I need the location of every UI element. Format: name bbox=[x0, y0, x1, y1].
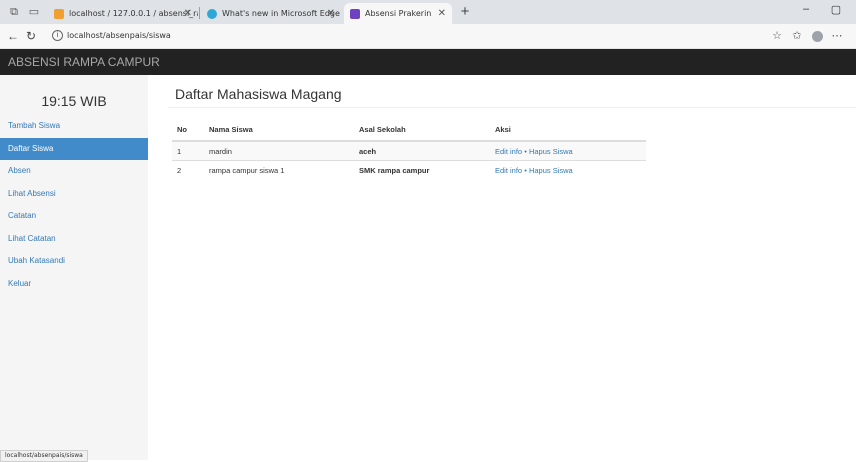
app-navbar: ABSENSI RAMPA CAMPUR bbox=[0, 49, 856, 75]
bootstrap-icon bbox=[350, 8, 360, 19]
info-icon[interactable]: i bbox=[52, 30, 63, 41]
page-title: Daftar Mahasiswa Magang bbox=[175, 86, 342, 102]
tab-actions-icon[interactable]: ▭ bbox=[26, 4, 42, 20]
column-header-school: Asal Sekolah bbox=[354, 118, 490, 142]
table-header-row: No Nama Siswa Asal Sekolah Aksi bbox=[172, 118, 646, 142]
favorites-icon[interactable]: ✩ bbox=[788, 27, 806, 45]
cell-actions: Edit info • Hapus Siswa bbox=[490, 140, 646, 161]
delete-student-link[interactable]: Hapus Siswa bbox=[529, 166, 573, 175]
back-icon[interactable]: ← bbox=[4, 27, 22, 45]
divider bbox=[168, 107, 856, 108]
sidebar-nav: Tambah Siswa Daftar Siswa Absen Lihat Ab… bbox=[0, 115, 148, 295]
clock: 19:15 WIB bbox=[41, 93, 107, 109]
refresh-icon[interactable]: ↻ bbox=[22, 27, 40, 45]
tab-label: What's new in Microsoft Edge bbox=[222, 9, 340, 18]
tab-label: localhost / 127.0.0.1 / absensi_ra bbox=[69, 9, 198, 18]
browser-toolbar: ← ↻ i localhost/absenpais/siswa ☆ ✩ ⋯ bbox=[0, 24, 856, 49]
sidebar-item-ubah-katasandi[interactable]: Ubah Katasandi bbox=[0, 250, 148, 273]
edge-icon bbox=[207, 8, 217, 19]
maximize-icon[interactable]: ▢ bbox=[826, 3, 846, 16]
cell-name: rampa campur siswa 1 bbox=[204, 160, 354, 179]
new-tab-button[interactable]: + bbox=[456, 3, 474, 21]
delete-student-link[interactable]: Hapus Siswa bbox=[529, 147, 573, 156]
sidebar-item-catatan[interactable]: Catatan bbox=[0, 205, 148, 228]
brand-title[interactable]: ABSENSI RAMPA CAMPUR bbox=[8, 49, 160, 75]
cell-actions: Edit info • Hapus Siswa bbox=[490, 160, 646, 179]
browser-tab-strip: ⧉ ▭ localhost / 127.0.0.1 / absensi_ra ✕… bbox=[0, 0, 856, 24]
column-header-no: No bbox=[172, 118, 204, 142]
cell-school: aceh bbox=[354, 140, 490, 161]
cell-no: 2 bbox=[172, 160, 204, 179]
table-row: 2 rampa campur siswa 1 SMK rampa campur … bbox=[172, 160, 646, 179]
profile-icon[interactable] bbox=[808, 27, 826, 45]
sidebar-item-keluar[interactable]: Keluar bbox=[0, 273, 148, 296]
url-text: localhost/absenpais/siswa bbox=[67, 31, 171, 40]
sidebar-item-lihat-catatan[interactable]: Lihat Catatan bbox=[0, 228, 148, 251]
edit-info-link[interactable]: Edit info bbox=[495, 166, 522, 175]
column-header-name: Nama Siswa bbox=[204, 118, 354, 142]
browser-tab-phpmyadmin[interactable]: localhost / 127.0.0.1 / absensi_ra ✕ bbox=[48, 3, 198, 24]
more-icon[interactable]: ⋯ bbox=[828, 27, 846, 45]
tab-divider bbox=[199, 7, 200, 19]
sidebar-item-absen[interactable]: Absen bbox=[0, 160, 148, 183]
browser-tab-absensi[interactable]: Absensi Prakerin ✕ bbox=[344, 3, 452, 24]
close-icon[interactable]: ✕ bbox=[438, 3, 446, 24]
minimize-icon[interactable]: – bbox=[796, 3, 816, 15]
cell-no: 1 bbox=[172, 140, 204, 161]
favorite-star-icon[interactable]: ☆ bbox=[768, 27, 786, 45]
address-bar[interactable]: i localhost/absenpais/siswa bbox=[42, 27, 762, 45]
database-icon bbox=[54, 8, 64, 19]
sidebar: 19:15 WIB Tambah Siswa Daftar Siswa Abse… bbox=[0, 75, 148, 460]
workspaces-icon[interactable]: ⧉ bbox=[6, 4, 22, 20]
action-separator: • bbox=[524, 146, 527, 156]
students-table: No Nama Siswa Asal Sekolah Aksi 1 mardin… bbox=[172, 118, 646, 179]
status-bar-url: localhost/absenpais/siswa bbox=[0, 450, 88, 462]
action-separator: • bbox=[524, 165, 527, 175]
sidebar-item-daftar-siswa[interactable]: Daftar Siswa bbox=[0, 137, 148, 160]
sidebar-item-tambah-siswa[interactable]: Tambah Siswa bbox=[0, 115, 148, 138]
cell-name: mardin bbox=[204, 140, 354, 161]
column-header-actions: Aksi bbox=[490, 118, 646, 142]
tab-label: Absensi Prakerin bbox=[365, 9, 432, 18]
close-icon[interactable]: ✕ bbox=[327, 3, 335, 24]
browser-tab-edge-news[interactable]: What's new in Microsoft Edge ✕ bbox=[201, 3, 341, 24]
edit-info-link[interactable]: Edit info bbox=[495, 147, 522, 156]
table-row: 1 mardin aceh Edit info • Hapus Siswa bbox=[172, 140, 646, 161]
sidebar-item-lihat-absensi[interactable]: Lihat Absensi bbox=[0, 183, 148, 206]
close-icon[interactable]: ✕ bbox=[184, 3, 192, 24]
cell-school: SMK rampa campur bbox=[354, 160, 490, 179]
